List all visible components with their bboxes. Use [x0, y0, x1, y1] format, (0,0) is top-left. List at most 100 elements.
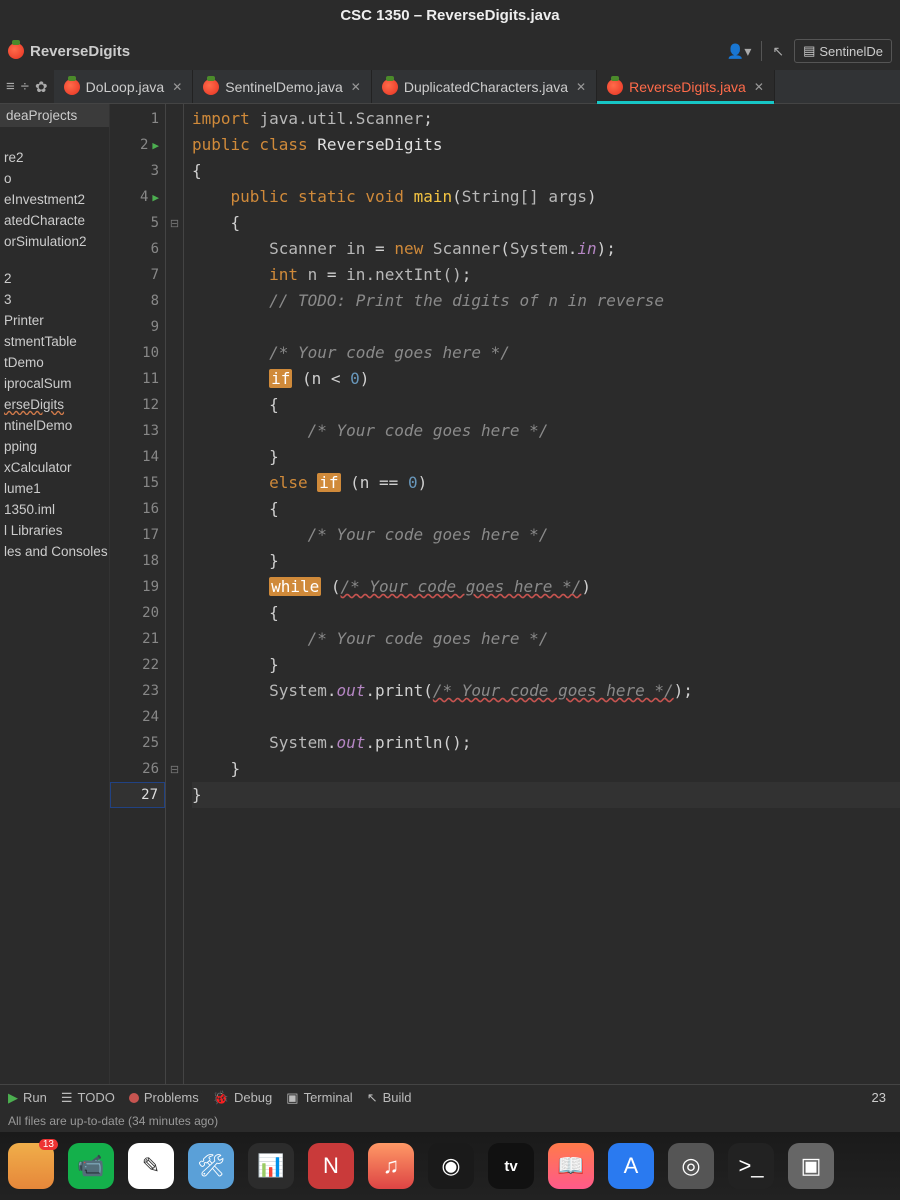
line-number[interactable]: 22 [110, 652, 165, 678]
split-icon[interactable]: ÷ [21, 78, 29, 95]
fold-marker[interactable] [166, 782, 183, 808]
sidebar-item[interactable]: lume1 [0, 478, 109, 499]
line-number[interactable]: 4▶ [110, 184, 165, 210]
fold-marker[interactable] [166, 522, 183, 548]
dock-music[interactable]: ♫ [368, 1143, 414, 1189]
fold-marker[interactable] [166, 184, 183, 210]
dock-appstore[interactable]: A [608, 1143, 654, 1189]
line-number[interactable]: 26 [110, 756, 165, 782]
line-number[interactable]: 25 [110, 730, 165, 756]
fold-marker[interactable] [166, 392, 183, 418]
line-number[interactable]: 19 [110, 574, 165, 600]
fold-marker[interactable] [166, 314, 183, 340]
fold-marker[interactable]: ⊟ [166, 756, 183, 782]
dock-facetime[interactable]: 📹 [68, 1143, 114, 1189]
dock-pencil[interactable]: ✎ [128, 1143, 174, 1189]
fold-marker[interactable] [166, 366, 183, 392]
close-icon[interactable]: ✕ [576, 80, 586, 94]
fold-marker[interactable] [166, 158, 183, 184]
gear-icon[interactable]: ✿ [35, 78, 48, 96]
tab-reversedigits[interactable]: ReverseDigits.java ✕ [597, 70, 775, 103]
dock-tv[interactable]: tv [488, 1143, 534, 1189]
tab-doloop[interactable]: DoLoop.java ✕ [54, 70, 194, 103]
line-number[interactable]: 9 [110, 314, 165, 340]
close-icon[interactable]: ✕ [754, 80, 764, 94]
line-number[interactable]: 14 [110, 444, 165, 470]
line-number[interactable]: 17 [110, 522, 165, 548]
line-number[interactable]: 5 [110, 210, 165, 236]
line-number[interactable]: 3 [110, 158, 165, 184]
fold-marker[interactable] [166, 548, 183, 574]
sidebar-item[interactable]: orSimulation2 [0, 231, 109, 252]
tab-sentineldemo[interactable]: SentinelDemo.java ✕ [193, 70, 372, 103]
project-name[interactable]: ReverseDigits [8, 43, 130, 60]
sidebar-item[interactable]: erseDigits [0, 394, 109, 415]
run-tab[interactable]: ▶Run [8, 1090, 47, 1106]
line-number[interactable]: 12 [110, 392, 165, 418]
sidebar-item[interactable]: les and Consoles [0, 541, 109, 562]
fold-marker[interactable] [166, 626, 183, 652]
dock-stocks[interactable]: 📊 [248, 1143, 294, 1189]
fold-marker[interactable] [166, 418, 183, 444]
dock-terminal[interactable]: >_ [728, 1143, 774, 1189]
run-config-dropdown[interactable]: ▤ SentinelDe [794, 39, 892, 63]
fold-marker[interactable] [166, 678, 183, 704]
run-gutter-icon[interactable]: ▶ [152, 191, 159, 204]
line-number[interactable]: 2▶ [110, 132, 165, 158]
fold-marker[interactable] [166, 496, 183, 522]
fold-marker[interactable]: ⊟ [166, 210, 183, 236]
tab-duplicatedcharacters[interactable]: DuplicatedCharacters.java ✕ [372, 70, 597, 103]
line-number[interactable]: 16 [110, 496, 165, 522]
problems-tab[interactable]: Problems [129, 1090, 199, 1105]
fold-marker[interactable] [166, 470, 183, 496]
line-number[interactable]: 8 [110, 288, 165, 314]
line-number[interactable]: 23 [110, 678, 165, 704]
todo-tab[interactable]: ☰TODO [61, 1090, 115, 1106]
line-number[interactable]: 20 [110, 600, 165, 626]
sidebar-item[interactable]: re2 [0, 147, 109, 168]
line-number[interactable]: 18 [110, 548, 165, 574]
fold-marker[interactable] [166, 236, 183, 262]
line-number[interactable]: 6 [110, 236, 165, 262]
list-icon[interactable]: ≡ [6, 78, 15, 95]
close-icon[interactable]: ✕ [351, 80, 361, 94]
user-icon[interactable]: 👤▾ [727, 43, 751, 60]
sidebar-item[interactable]: stmentTable [0, 331, 109, 352]
dock-books[interactable]: 📖 [548, 1143, 594, 1189]
terminal-tab[interactable]: ▣Terminal [286, 1090, 352, 1106]
debug-tab[interactable]: 🐞Debug [213, 1090, 273, 1106]
line-number[interactable]: 10 [110, 340, 165, 366]
sidebar-item[interactable]: eInvestment2 [0, 189, 109, 210]
sidebar-item[interactable]: Printer [0, 310, 109, 331]
sidebar-item[interactable]: l Libraries [0, 520, 109, 541]
project-sidebar[interactable]: deaProjects re2 o eInvestment2 atedChara… [0, 104, 110, 1084]
build-tab[interactable]: ↖Build [367, 1090, 412, 1106]
line-number[interactable]: 7 [110, 262, 165, 288]
fold-marker[interactable] [166, 444, 183, 470]
sidebar-item[interactable]: 3 [0, 289, 109, 310]
sidebar-item[interactable]: pping [0, 436, 109, 457]
dock-safari[interactable]: ◎ [668, 1143, 714, 1189]
sidebar-item[interactable]: atedCharacte [0, 210, 109, 231]
dock-news[interactable]: N [308, 1143, 354, 1189]
line-number[interactable]: 1 [110, 106, 165, 132]
line-number[interactable]: 27 [110, 782, 165, 808]
run-gutter-icon[interactable]: ▶ [152, 139, 159, 152]
close-icon[interactable]: ✕ [172, 80, 182, 94]
dock-xcode[interactable]: 🛠 [188, 1143, 234, 1189]
sidebar-item[interactable]: iprocalSum [0, 373, 109, 394]
code-editor[interactable]: import java.util.Scanner; public class R… [184, 104, 900, 1084]
dock-intellij[interactable]: 13 [8, 1143, 54, 1189]
fold-marker[interactable] [166, 106, 183, 132]
fold-marker[interactable] [166, 652, 183, 678]
sidebar-item[interactable]: o [0, 168, 109, 189]
dock-app[interactable]: ▣ [788, 1143, 834, 1189]
back-arrow-icon[interactable]: ↖ [772, 43, 784, 60]
fold-marker[interactable] [166, 262, 183, 288]
fold-marker[interactable] [166, 704, 183, 730]
fold-marker[interactable] [166, 600, 183, 626]
fold-marker[interactable] [166, 288, 183, 314]
fold-marker[interactable] [166, 340, 183, 366]
dock-podcasts[interactable]: ◉ [428, 1143, 474, 1189]
sidebar-item[interactable]: 1350.iml [0, 499, 109, 520]
